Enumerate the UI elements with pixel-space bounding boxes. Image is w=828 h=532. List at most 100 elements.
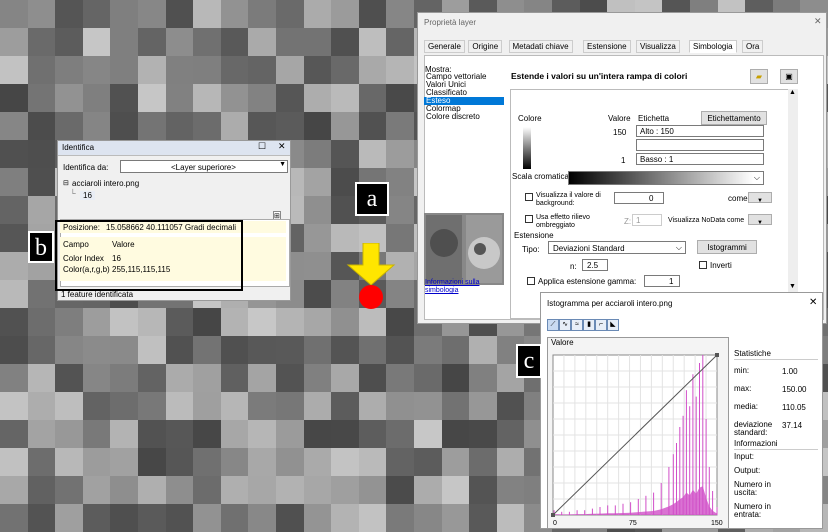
background-checkbox[interactable] [525, 193, 533, 201]
histogram-chart: 0 75 150 [551, 353, 723, 527]
clip-icon[interactable]: ⌐ [595, 319, 607, 331]
show-item[interactable]: Colore discreto [424, 113, 504, 121]
info-list: Input: Output: Numero in uscita: Numero in … [734, 453, 818, 525]
stat-label: deviazione standard: [734, 420, 773, 437]
labeling-button[interactable]: Etichettamento [701, 111, 767, 125]
close-icon[interactable]: ✕ [809, 297, 817, 308]
tab-metadati-chiave[interactable]: Metadati chiave [508, 40, 573, 53]
info-item: Numero in uscita: [734, 480, 771, 497]
tab-simbologia[interactable]: Simbologia [689, 40, 737, 53]
open-folder-button[interactable]: ▰ [750, 69, 768, 84]
stretch-type-select[interactable]: Deviazioni Standard ⌵ [548, 241, 686, 254]
scroll-up-icon[interactable]: ▲ [789, 89, 796, 96]
invert-label: Inverti [710, 261, 732, 270]
color-ramp-label: Scala cromatica: [512, 172, 572, 181]
value-column-header: Valore [608, 114, 631, 123]
collapse-icon[interactable]: ⊟ [63, 179, 69, 187]
linear-stretch-icon[interactable]: ⟋ [547, 319, 559, 331]
layer-select-value: <Layer superiore> [171, 163, 236, 172]
stretch-type-value: Deviazioni Standard [553, 244, 625, 253]
stretch-handle-min [551, 513, 555, 517]
highlight-box-b [55, 220, 243, 291]
x-tick-label: 0 [553, 520, 557, 527]
chevron-down-icon[interactable]: ⌵ [676, 243, 682, 253]
info-item: Input: [734, 452, 755, 461]
stats-divider [734, 359, 818, 360]
stat-value: 37.14 [782, 421, 803, 430]
gamma-value: 1 [669, 277, 674, 286]
histogram-window: Istogramma per acciaroli intero.png ✕ ⟋ ∿… [540, 292, 823, 529]
stat-label: media: [734, 402, 759, 411]
hillshade-label: Usa effetto rilievo ombreggiato [536, 214, 590, 229]
scroll-down-icon[interactable]: ▼ [789, 283, 796, 290]
yellow-arrow-annotation [346, 243, 396, 309]
label-column-header: Etichetta [638, 114, 670, 123]
props-title: Proprietà layer [424, 18, 477, 27]
restore-icon[interactable]: ☐ [258, 141, 266, 152]
high-label-field[interactable]: Alto : 150 [636, 125, 764, 137]
wave-icon[interactable]: ≈ [571, 319, 583, 331]
type-label: Tipo: [522, 245, 540, 254]
n-value-field[interactable]: 2.5 [582, 259, 608, 271]
save-button[interactable]: ▣ [780, 69, 798, 84]
ramp-icon[interactable]: ◣ [607, 319, 619, 331]
background-color-picker[interactable]: ▼ [748, 192, 772, 204]
settings-scrollbar[interactable]: ▲ ▼ [788, 89, 798, 317]
symbology-info-link[interactable]: Informazioni sulla simbologia [425, 279, 495, 295]
curve-icon[interactable]: ∿ [559, 319, 571, 331]
stats-list: min: 1.00 max: 150.00 media: 110.05 deviazione… [734, 363, 818, 437]
symbology-preview-image [424, 213, 504, 285]
show-list: Campo vettoriale Valori Unici Classificato… [424, 73, 504, 121]
background-value: 0 [649, 194, 654, 203]
z-label: Z: [624, 217, 632, 226]
color-column-header: Colore [518, 114, 542, 123]
z-factor-field[interactable]: 1 [632, 214, 662, 226]
tab-ora[interactable]: Ora [742, 40, 764, 53]
stat-value: 110.05 [782, 403, 806, 412]
identify-from-label: Identifica da: [63, 163, 109, 172]
histogram-tab[interactable]: Valore [551, 338, 574, 347]
symbology-heading: Estende i valori su un'intera rampa di c… [511, 71, 688, 81]
tree-child-item[interactable]: 16 [80, 191, 95, 200]
tab-generale[interactable]: Generale [424, 40, 465, 53]
chevron-down-icon[interactable]: ⌵ [754, 173, 760, 183]
stat-label: max: [734, 384, 752, 393]
come-label: come [728, 194, 748, 203]
folder-icon: ▰ [755, 72, 763, 81]
chevron-down-icon[interactable]: ▼ [279, 161, 286, 168]
gamma-checkbox[interactable] [527, 277, 535, 285]
mid-label-field[interactable] [636, 139, 764, 151]
info-item: Numero in entrata: [734, 502, 771, 519]
tab-estensione[interactable]: Estensione [583, 40, 631, 53]
gamma-value-field[interactable]: 1 [644, 275, 680, 287]
invert-checkbox[interactable] [699, 261, 707, 269]
high-value: 150 [613, 128, 627, 137]
tab-visualizza[interactable]: Visualizza [636, 40, 680, 53]
bars-icon[interactable]: ▮ [583, 319, 595, 331]
layer-properties-window: Proprietà layer ✕ Generale Origine Metadat… [417, 12, 827, 324]
stat-value: 1.00 [782, 367, 798, 376]
info-title: Informazioni [734, 439, 778, 448]
nodata-color-picker[interactable]: ▼ [748, 214, 772, 226]
background-value-field[interactable]: 0 [614, 192, 664, 204]
stat-row: media: 110.05 [734, 399, 818, 417]
stat-row: min: 1.00 [734, 363, 818, 381]
close-icon[interactable]: ✕ [278, 141, 286, 152]
tab-origine[interactable]: Origine [468, 40, 503, 53]
n-value: 2.5 [587, 261, 599, 270]
save-icon: ▣ [785, 72, 793, 81]
histograms-button[interactable]: Istogrammi [697, 240, 757, 254]
background-label: Visualizza il valore di background: [536, 192, 601, 207]
color-ramp-select[interactable]: ⌵ [568, 171, 764, 185]
hillshade-checkbox[interactable] [525, 215, 533, 223]
low-value: 1 [621, 156, 626, 165]
layer-select[interactable]: <Layer superiore> ▼ [120, 160, 288, 173]
color-ramp-preview [523, 127, 531, 169]
tree-branch-line: └ [70, 189, 76, 198]
tree-layer-item[interactable]: acciaroli intero.png [72, 179, 139, 188]
close-icon[interactable]: ✕ [814, 16, 822, 27]
nodata-label: Visualizza NoData come [668, 217, 745, 224]
chevron-down-icon: ▼ [757, 220, 763, 226]
x-tick-label: 150 [711, 520, 723, 527]
low-label-field[interactable]: Basso : 1 [636, 153, 764, 165]
